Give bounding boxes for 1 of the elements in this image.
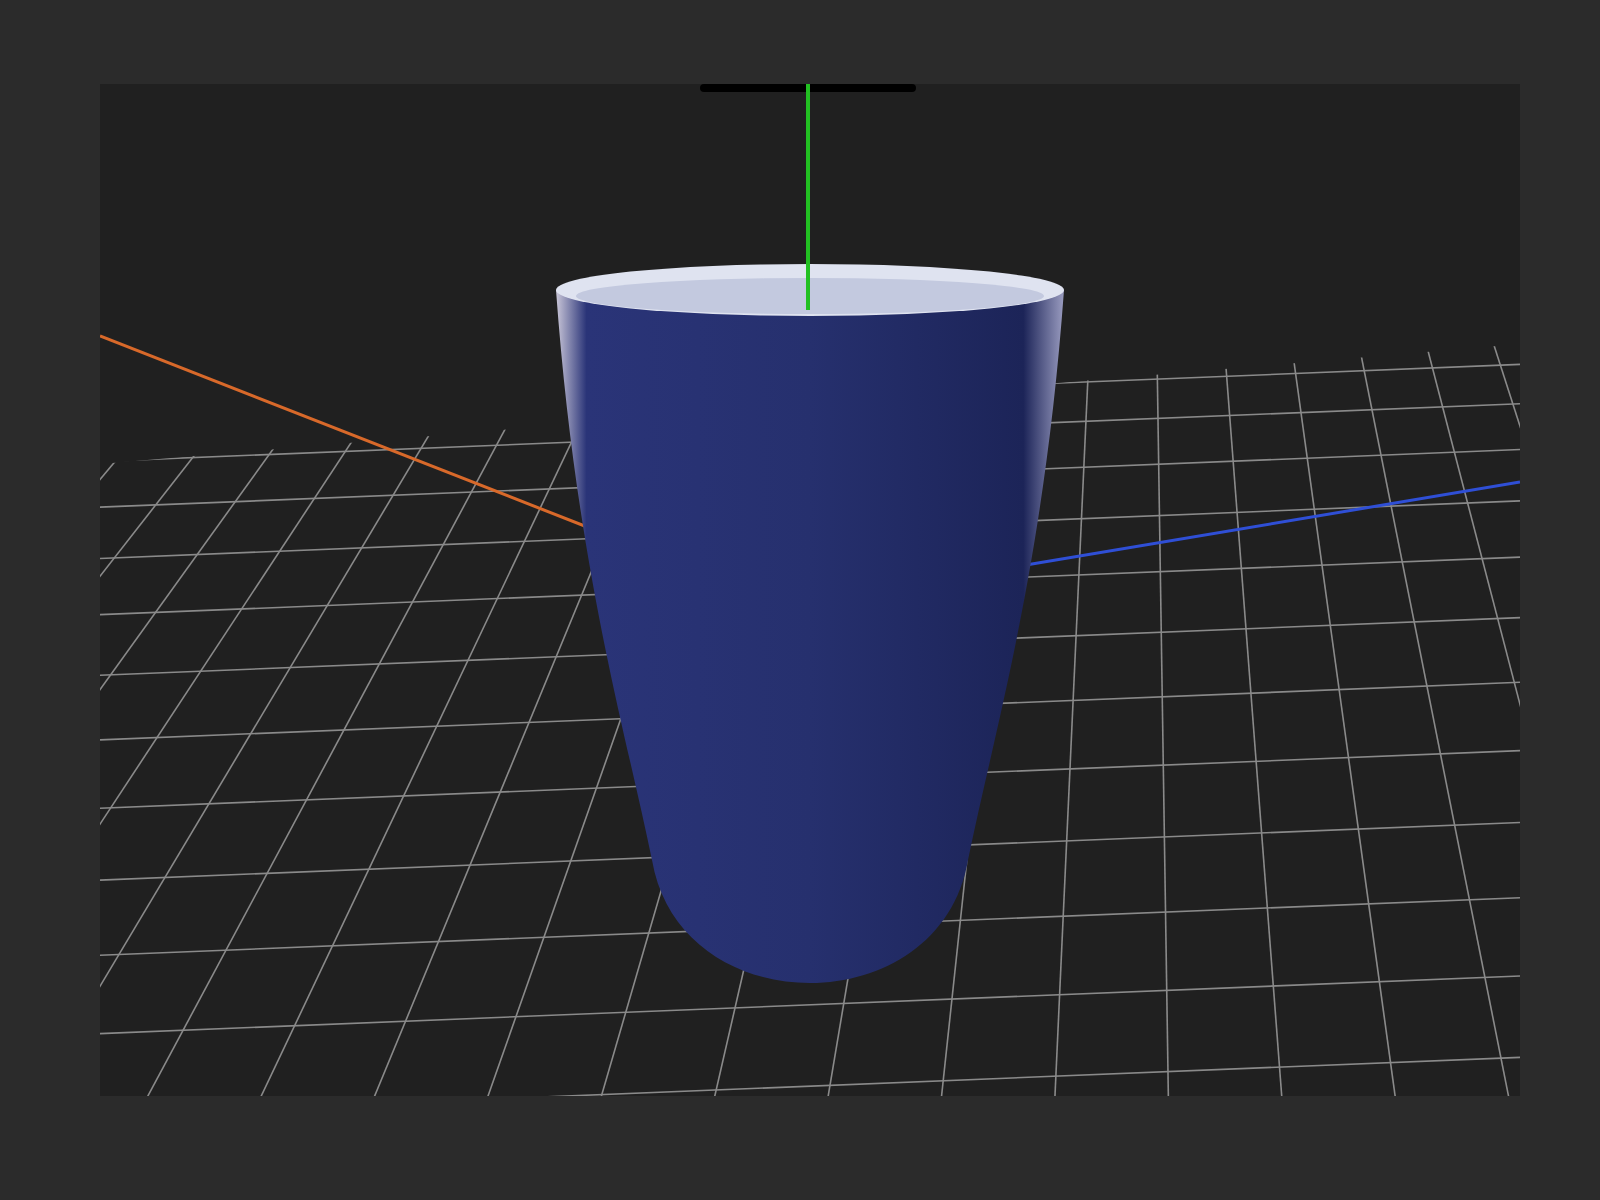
3d-viewport[interactable] xyxy=(100,84,1520,1096)
